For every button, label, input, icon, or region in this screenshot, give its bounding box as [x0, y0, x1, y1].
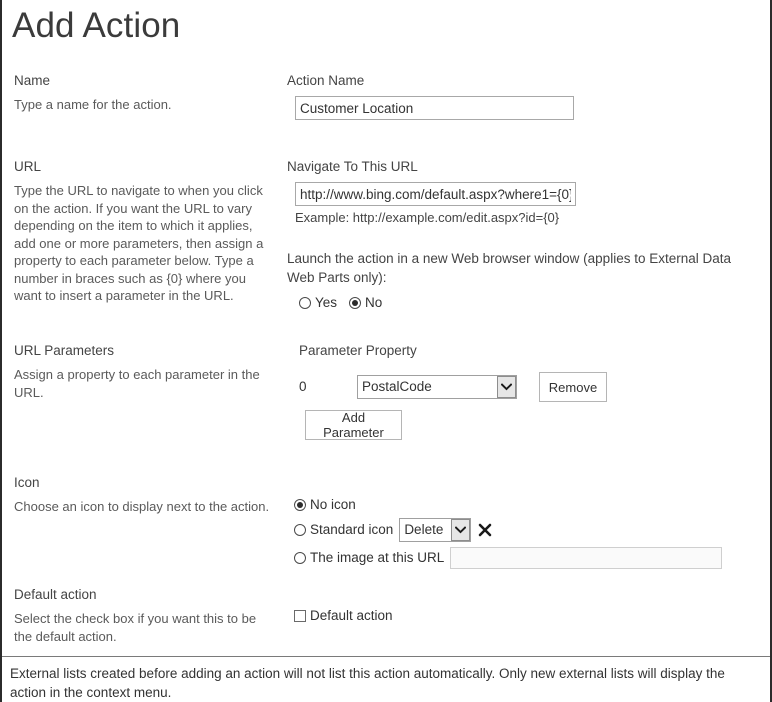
navigate-url-example: Example: http://example.com/edit.aspx?id… — [295, 210, 560, 225]
navigate-url-input[interactable] — [295, 182, 576, 206]
radio-indicator-yes — [299, 296, 311, 309]
launch-new-window-radio-yes[interactable]: Yes — [299, 292, 337, 313]
launch-new-window-label: Launch the action in a new Web browser w… — [287, 251, 731, 285]
section-url: URL Type the URL to navigate to when you… — [2, 158, 770, 318]
standard-icon-value: Delete — [404, 522, 444, 537]
radio-indicator-standard-icon — [294, 524, 306, 536]
clear-standard-icon-button[interactable] — [477, 521, 493, 539]
chevron-down-icon — [451, 519, 471, 541]
section-url-fields-column: Navigate To This URL Example: http://exa… — [287, 158, 757, 313]
radio-indicator-image-url — [294, 552, 306, 564]
default-action-checkbox[interactable] — [294, 609, 306, 622]
section-name: Name Type a name for the action. Action … — [2, 72, 770, 130]
icon-option-image-url[interactable]: The image at this URL — [294, 544, 764, 572]
launch-no-label: No — [365, 294, 383, 310]
standard-icon-dropdown[interactable]: Delete — [399, 518, 472, 542]
parameter-property-dropdown[interactable]: PostalCode — [357, 375, 517, 399]
section-default-action-description-column: Default action Select the check box if y… — [14, 586, 276, 645]
section-url-parameters: URL Parameters Assign a property to each… — [2, 342, 770, 454]
section-icon-description-column: Icon Choose an icon to display next to t… — [14, 474, 276, 516]
section-default-action-title: Default action — [14, 587, 97, 602]
section-name-description: Type a name for the action. — [14, 97, 172, 112]
add-action-dialog: Add Action Name Type a name for the acti… — [0, 0, 772, 702]
parameter-row: 0 PostalCode Remove — [299, 372, 769, 402]
icon-option-no-icon-label: No icon — [310, 497, 356, 512]
section-name-fields-column: Action Name — [287, 72, 757, 120]
parameter-property-header: Parameter Property — [299, 343, 417, 358]
section-name-title: Name — [14, 73, 51, 88]
launch-new-window-radio-no[interactable]: No — [349, 292, 382, 313]
section-url-parameters-description-column: URL Parameters Assign a property to each… — [14, 342, 276, 401]
section-url-parameters-title: URL Parameters — [14, 343, 115, 358]
parameter-property-value: PostalCode — [362, 379, 432, 394]
icon-option-standard-icon[interactable]: Standard icon Delete — [294, 516, 764, 544]
default-action-checkbox-row[interactable]: Default action — [294, 605, 764, 626]
radio-indicator-no — [349, 296, 362, 309]
add-parameter-button[interactable]: Add Parameter — [305, 410, 402, 440]
section-default-action: Default action Select the check box if y… — [2, 586, 770, 646]
radio-indicator-no-icon — [294, 499, 306, 511]
icon-option-standard-icon-label: Standard icon — [310, 522, 394, 537]
section-icon: Icon Choose an icon to display next to t… — [2, 474, 770, 574]
launch-yes-label: Yes — [315, 294, 338, 310]
action-name-input[interactable] — [295, 96, 574, 120]
navigate-url-label: Navigate To This URL — [287, 159, 418, 174]
chevron-down-icon — [497, 376, 516, 398]
remove-parameter-button[interactable]: Remove — [539, 372, 607, 402]
section-icon-fields-column: No icon Standard icon Delete The image a… — [294, 494, 764, 572]
parameter-index: 0 — [299, 379, 307, 394]
page-title: Add Action — [12, 6, 181, 45]
footer-note: External lists created before adding an … — [10, 666, 725, 700]
section-icon-description: Choose an icon to display next to the ac… — [14, 499, 270, 514]
section-icon-title: Icon — [14, 475, 40, 490]
section-url-description: Type the URL to navigate to when you cli… — [14, 183, 264, 303]
action-name-label: Action Name — [287, 73, 365, 88]
icon-image-url-input[interactable] — [450, 547, 723, 569]
footer-divider — [2, 656, 770, 657]
section-name-description-column: Name Type a name for the action. — [14, 72, 276, 114]
section-default-action-fields-column: Default action — [294, 605, 764, 626]
icon-option-image-url-label: The image at this URL — [310, 550, 445, 565]
section-url-parameters-fields-column: Parameter Property 0 PostalCode Remove A… — [299, 342, 769, 440]
section-default-action-description: Select the check box if you want this to… — [14, 611, 257, 644]
section-url-parameters-description: Assign a property to each parameter in t… — [14, 367, 260, 400]
default-action-checkbox-label: Default action — [310, 607, 393, 623]
section-url-title: URL — [14, 159, 42, 174]
section-url-description-column: URL Type the URL to navigate to when you… — [14, 158, 276, 305]
icon-option-no-icon[interactable]: No icon — [294, 494, 764, 516]
